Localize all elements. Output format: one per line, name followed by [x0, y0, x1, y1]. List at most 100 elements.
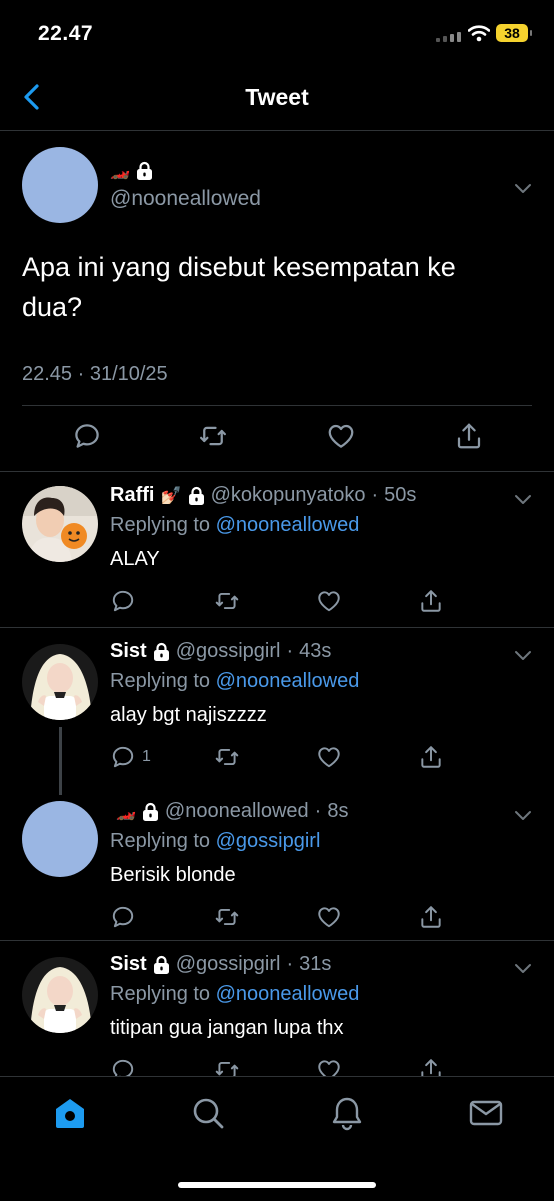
lock-icon	[153, 642, 170, 662]
avatar[interactable]	[22, 801, 98, 877]
reply-icon[interactable]	[110, 1057, 136, 1076]
retweet-icon[interactable]	[214, 588, 240, 614]
mention-link[interactable]: @nooneallowed	[216, 983, 360, 1005]
chevron-down-icon[interactable]	[514, 810, 532, 822]
separator-dot: ·	[286, 953, 294, 975]
author-handle[interactable]: @kokopunyatoko	[211, 484, 366, 507]
reply-actions	[0, 904, 554, 934]
reply-text: titipan gua jangan lupa thx	[110, 1017, 344, 1039]
lock-icon	[142, 802, 159, 822]
mention-link[interactable]: @gossipgirl	[216, 830, 321, 852]
share-icon[interactable]	[418, 588, 444, 614]
replying-to: Replying to @gossipgirl	[110, 830, 320, 853]
reply-tweet[interactable]: 🏎️ @nooneallowed · 8s Replying to @gossi…	[0, 788, 554, 941]
retweet-icon[interactable]	[198, 421, 228, 451]
separator-dot: ·	[371, 484, 379, 506]
home-indicator	[178, 1182, 376, 1188]
reply-icon[interactable]	[110, 588, 136, 614]
author-handle[interactable]: @nooneallowed	[165, 800, 309, 823]
retweet-icon[interactable]	[214, 904, 240, 930]
replying-to: Replying to @nooneallowed	[110, 514, 359, 537]
mail-icon[interactable]	[468, 1095, 504, 1131]
like-icon[interactable]	[316, 1057, 342, 1076]
page-title: Tweet	[245, 84, 309, 110]
reply-time: 43s	[299, 640, 332, 662]
reply-count-value: 1	[142, 748, 151, 765]
racecar-emoji-icon: 🏎️	[116, 803, 136, 821]
like-icon[interactable]	[316, 744, 342, 770]
retweet-icon[interactable]	[214, 1057, 240, 1076]
avatar[interactable]	[22, 644, 98, 720]
replying-label: Replying to	[110, 670, 216, 692]
separator-dot: ·	[286, 640, 294, 662]
reply-actions	[0, 588, 554, 618]
cellular-signal-icon	[436, 32, 461, 42]
replying-to: Replying to @nooneallowed	[110, 670, 359, 693]
chevron-down-icon[interactable]	[514, 494, 532, 506]
home-icon[interactable]	[52, 1095, 88, 1131]
battery-indicator: 38	[496, 24, 532, 42]
lock-icon	[153, 955, 170, 975]
share-icon[interactable]	[418, 744, 444, 770]
like-icon[interactable]	[316, 904, 342, 930]
reply-icon[interactable]	[110, 744, 136, 770]
reply-tweet[interactable]: Sist @gossipgirl · 43s Replying to @noon…	[0, 628, 554, 788]
reply-header: Sist @gossipgirl · 31s	[110, 953, 331, 976]
mention-link[interactable]: @nooneallowed	[216, 514, 360, 536]
like-icon[interactable]	[326, 421, 356, 451]
author-handle[interactable]: @nooneallowed	[110, 187, 261, 211]
replying-label: Replying to	[110, 830, 216, 852]
lock-icon	[136, 161, 153, 181]
share-icon[interactable]	[418, 1057, 444, 1076]
reply-text: alay bgt najiszzzz	[110, 704, 267, 726]
reply-time: 31s	[299, 953, 332, 975]
reply-icon[interactable]	[110, 904, 136, 930]
chevron-down-icon[interactable]	[514, 650, 532, 662]
divider	[22, 405, 532, 406]
author-name[interactable]: Sist	[110, 640, 147, 663]
author-handle[interactable]: @gossipgirl	[176, 953, 281, 976]
status-bar: 22.47 38	[0, 0, 554, 70]
chevron-down-icon[interactable]	[514, 963, 532, 975]
replying-label: Replying to	[110, 514, 216, 536]
share-icon[interactable]	[418, 904, 444, 930]
author-name[interactable]: Raffi	[110, 484, 154, 507]
reply-actions: 1	[0, 744, 554, 774]
bell-icon[interactable]	[329, 1095, 365, 1131]
separator-dot: ·	[314, 800, 322, 822]
reply-tweet[interactable]: Sist @gossipgirl · 31s Replying to @noon…	[0, 941, 554, 1076]
chevron-down-icon[interactable]	[514, 183, 532, 195]
reply-count[interactable]: 1	[110, 744, 151, 770]
reply-time: 50s	[384, 484, 417, 506]
reply-text: Berisik blonde	[110, 864, 236, 886]
like-icon[interactable]	[316, 588, 342, 614]
main-tweet: 🏎️ @nooneallowed Apa ini yang disebut ke…	[0, 131, 554, 472]
reply-header: Raffi 💅🏻 @kokopunyatoko · 50s	[110, 484, 416, 507]
retweet-icon[interactable]	[214, 744, 240, 770]
tweet-actions	[0, 421, 554, 457]
reply-tweet[interactable]: Raffi 💅🏻 @kokopunyatoko · 50s Replying t…	[0, 472, 554, 628]
lock-icon	[188, 486, 205, 506]
search-icon[interactable]	[190, 1095, 226, 1131]
racecar-emoji-icon: 🏎️	[110, 163, 130, 180]
author-name[interactable]: 🏎️	[110, 161, 153, 181]
sparkle-emoji-icon: 💅🏻	[160, 485, 182, 505]
author-handle[interactable]: @gossipgirl	[176, 640, 281, 663]
reply-actions	[0, 1057, 554, 1076]
reply-header: 🏎️ @nooneallowed · 8s	[110, 800, 348, 823]
wifi-icon	[468, 25, 490, 42]
nav-header: Tweet	[0, 70, 554, 131]
avatar[interactable]	[22, 147, 98, 223]
replying-to: Replying to @nooneallowed	[110, 983, 359, 1006]
reply-text: ALAY	[110, 548, 160, 570]
tweet-timestamp: 22.45 · 31/10/25	[22, 363, 168, 385]
author-name[interactable]: Sist	[110, 953, 147, 976]
status-time: 22.47	[38, 22, 94, 45]
avatar[interactable]	[22, 957, 98, 1033]
tweet-text: Apa ini yang disebut kesempatan ke dua?	[22, 252, 456, 322]
mention-link[interactable]: @nooneallowed	[216, 670, 360, 692]
share-icon[interactable]	[454, 421, 484, 451]
reply-icon[interactable]	[72, 421, 102, 451]
reply-header: Sist @gossipgirl · 43s	[110, 640, 331, 663]
avatar[interactable]	[22, 486, 98, 562]
